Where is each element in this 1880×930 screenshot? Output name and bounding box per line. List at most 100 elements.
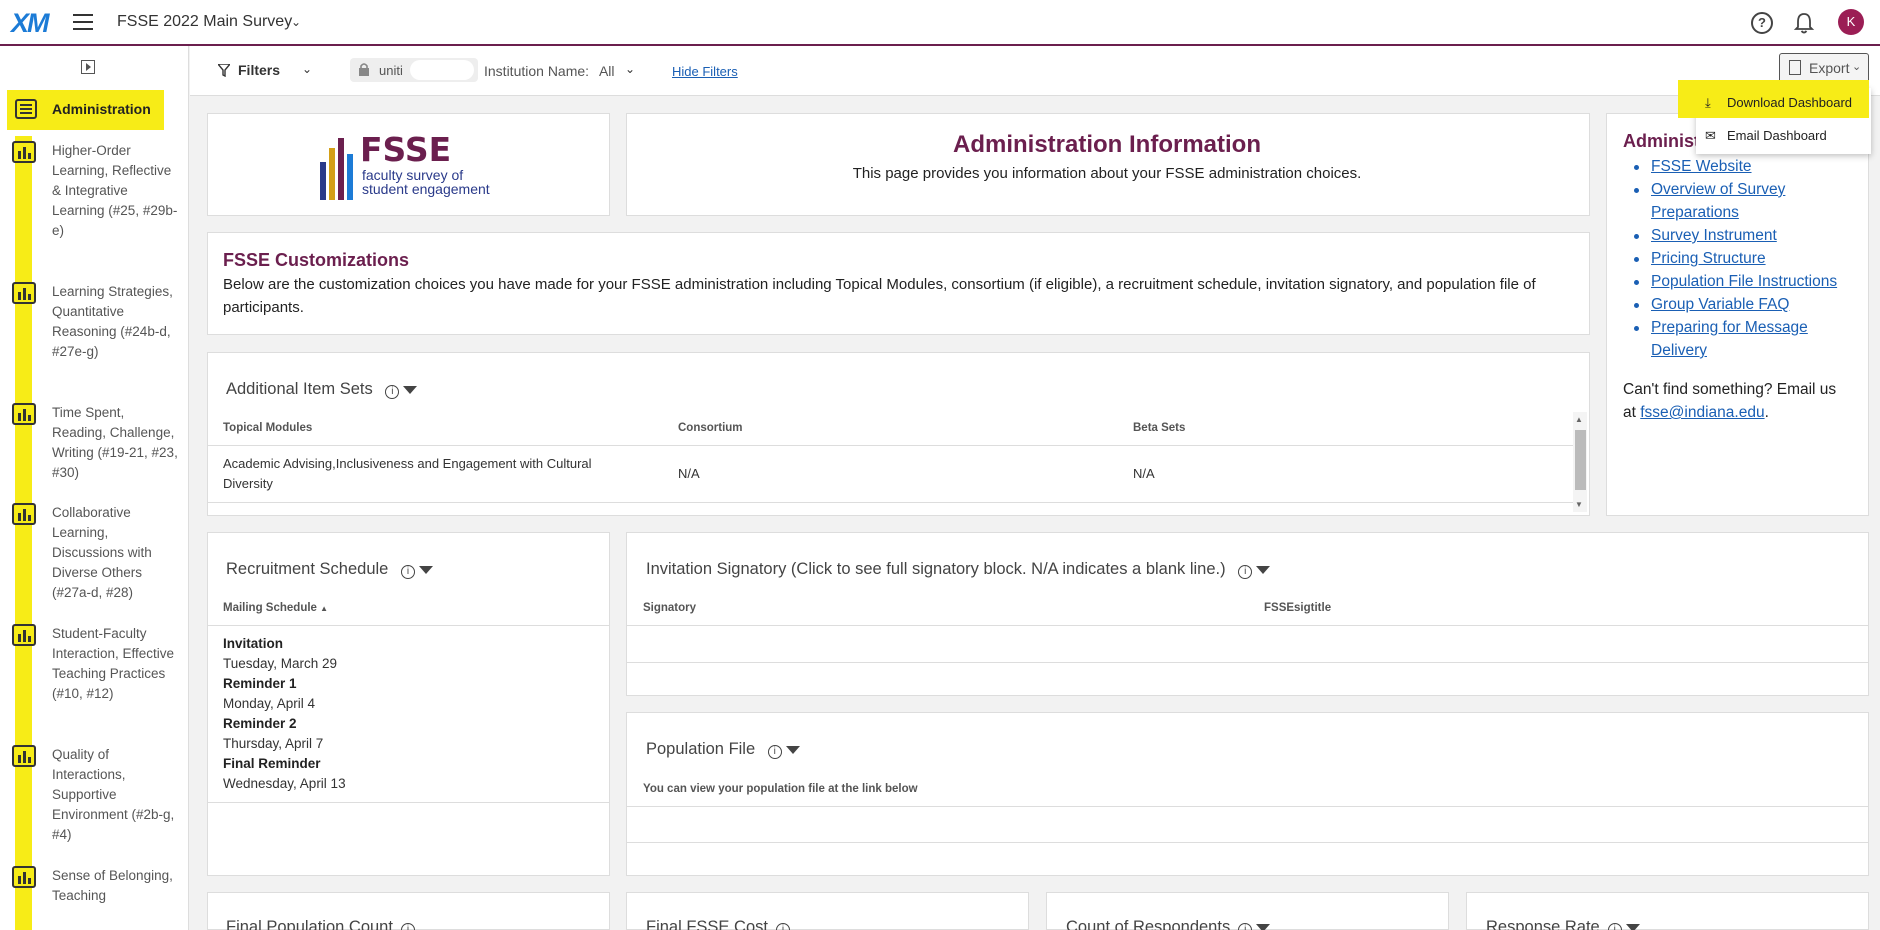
item-sets-title: Additional Item Sets i: [226, 380, 418, 400]
resource-link-item: Overview of Survey Preparations: [1634, 178, 1861, 224]
divider: [627, 662, 1868, 663]
info-icon[interactable]: i: [775, 923, 790, 930]
sidebar-item-label: Learning Strategies, Quantitative Reason…: [52, 284, 173, 359]
response-rate-title: Response Rate i: [1486, 918, 1640, 930]
filter-icon[interactable]: [1256, 565, 1271, 574]
locked-filter-chip[interactable]: uniti: [350, 58, 478, 82]
info-icon[interactable]: i: [767, 745, 782, 760]
filter-icon: [218, 64, 230, 77]
respondents-title: Count of Respondents i: [1066, 918, 1271, 930]
institution-filter-label: Institution Name:: [484, 63, 590, 79]
info-icon[interactable]: i: [1238, 565, 1253, 580]
info-icon[interactable]: i: [400, 923, 415, 930]
column-header[interactable]: Consortium: [678, 422, 743, 434]
filters-button[interactable]: Filters: [238, 62, 280, 78]
hide-filters-link[interactable]: Hide Filters: [672, 64, 738, 79]
overview-survey-preparations-link[interactable]: Overview of Survey Preparations: [1651, 181, 1785, 221]
info-icon[interactable]: i: [1238, 923, 1253, 930]
column-header[interactable]: Signatory: [643, 602, 696, 614]
sidebar-item-label: Administration: [52, 101, 151, 117]
collapse-sidebar-icon[interactable]: [81, 60, 95, 74]
institution-filter-value: All: [598, 63, 615, 79]
download-icon: ⤓: [1705, 95, 1711, 110]
column-header[interactable]: Beta Sets: [1133, 422, 1185, 434]
bar-chart-icon: [12, 624, 36, 646]
population-file-instructions-link[interactable]: Population File Instructions: [1651, 273, 1837, 290]
avatar[interactable]: K: [1838, 9, 1864, 35]
table-cell: N/A: [678, 466, 700, 481]
resource-link-item: Population File Instructions: [1634, 270, 1861, 293]
resource-link-item: Group Variable FAQ: [1634, 293, 1861, 316]
hamburger-menu-icon[interactable]: [73, 14, 93, 30]
fsse-subtitle: faculty survey of student engagement: [362, 167, 490, 197]
schedule-label: Reminder 2: [223, 716, 297, 731]
info-icon[interactable]: i: [385, 385, 400, 400]
contact-period: .: [1764, 404, 1769, 421]
sort-asc-icon: ▲: [320, 604, 329, 613]
top-bar: XM FSSE 2022 Main Survey ⌄ ? K: [0, 0, 1880, 46]
filter-icon[interactable]: [418, 565, 433, 574]
filter-icon[interactable]: [785, 745, 800, 754]
scroll-up-icon[interactable]: ▲: [1575, 415, 1583, 424]
survey-instrument-link[interactable]: Survey Instrument: [1651, 227, 1777, 244]
pricing-structure-link[interactable]: Pricing Structure: [1651, 250, 1766, 267]
resource-link-item: FSSE Website: [1634, 155, 1861, 178]
bell-icon[interactable]: [1793, 11, 1815, 35]
filter-icon[interactable]: [403, 385, 418, 394]
help-icon[interactable]: ?: [1751, 12, 1773, 34]
locked-filter-value: uniti: [379, 63, 403, 78]
table-cell: N/A: [1133, 466, 1155, 481]
page-subtitle: This page provides you information about…: [852, 165, 1362, 182]
highlight-rail: [15, 136, 32, 930]
sidebar-item-label: Student-Faculty Interaction, Effective T…: [52, 626, 175, 701]
column-header[interactable]: FSSEsigtitle: [1264, 602, 1331, 614]
bar-chart-icon: [12, 866, 36, 888]
filter-icon[interactable]: [1625, 923, 1640, 930]
chevron-down-icon[interactable]: ⌄: [625, 62, 635, 76]
column-header[interactable]: Mailing Schedule ▲: [223, 602, 328, 614]
scroll-down-icon[interactable]: ▼: [1575, 500, 1583, 509]
divider: [208, 445, 1573, 446]
bar-chart-icon: [12, 403, 36, 425]
population-title: Population File i: [646, 740, 800, 760]
xm-logo[interactable]: XM: [11, 8, 49, 39]
chevron-down-icon[interactable]: ⌄: [302, 62, 312, 76]
preparing-message-delivery-link[interactable]: Preparing for Message Delivery: [1651, 319, 1808, 359]
export-button[interactable]: Export ⌄: [1779, 53, 1869, 83]
resource-link-item: Survey Instrument: [1634, 224, 1861, 247]
fsse-logo: FSSE faculty survey of student engagemen…: [320, 128, 500, 200]
bar-chart-icon: [12, 141, 36, 163]
resources-links: FSSE Website Overview of Survey Preparat…: [1634, 155, 1861, 362]
divider: [208, 802, 609, 803]
sidebar: Administration Higher-Order Learning, Re…: [0, 46, 189, 930]
redacted-area: [410, 60, 474, 80]
sidebar-item-label: Time Spent, Reading, Challenge, Writing …: [52, 405, 178, 480]
scrollbar-thumb[interactable]: [1575, 430, 1586, 490]
chevron-down-icon: ⌄: [1852, 61, 1862, 73]
sidebar-item-administration[interactable]: Administration: [7, 90, 164, 130]
population-title-text: Population File: [646, 740, 756, 758]
info-icon[interactable]: i: [1607, 923, 1622, 930]
project-title[interactable]: FSSE 2022 Main Survey: [117, 13, 292, 31]
fsse-logo-bars: [320, 132, 356, 200]
email-dashboard-option[interactable]: ✉ Email Dashboard: [1705, 128, 1827, 144]
download-dashboard-option[interactable]: ⤓ Download Dashboard: [1705, 95, 1852, 111]
schedule-date: Monday, April 4: [223, 696, 316, 711]
chevron-down-icon[interactable]: ⌄: [291, 15, 301, 29]
column-header[interactable]: You can view your population file at the…: [643, 783, 918, 795]
group-variable-faq-link[interactable]: Group Variable FAQ: [1651, 296, 1789, 313]
filter-icon[interactable]: [1256, 923, 1271, 930]
schedule-date: Thursday, April 7: [223, 736, 324, 751]
divider: [627, 842, 1868, 843]
bar-chart-icon: [12, 745, 36, 767]
recruitment-title: Recruitment Schedule i: [226, 560, 433, 580]
contact-email-link[interactable]: fsse@indiana.edu: [1640, 404, 1764, 421]
resources-title: Administ: [1623, 131, 1701, 151]
institution-filter[interactable]: Institution Name: All: [484, 63, 615, 79]
resource-link-item: Pricing Structure: [1634, 247, 1861, 270]
column-header[interactable]: Topical Modules: [223, 422, 312, 434]
fsse-website-link[interactable]: FSSE Website: [1651, 158, 1752, 175]
contact-text: Can't find something? Email us at fsse@i…: [1623, 378, 1853, 424]
info-icon[interactable]: i: [400, 565, 415, 580]
table-cell: Academic Advising,Inclusiveness and Enga…: [223, 456, 592, 491]
